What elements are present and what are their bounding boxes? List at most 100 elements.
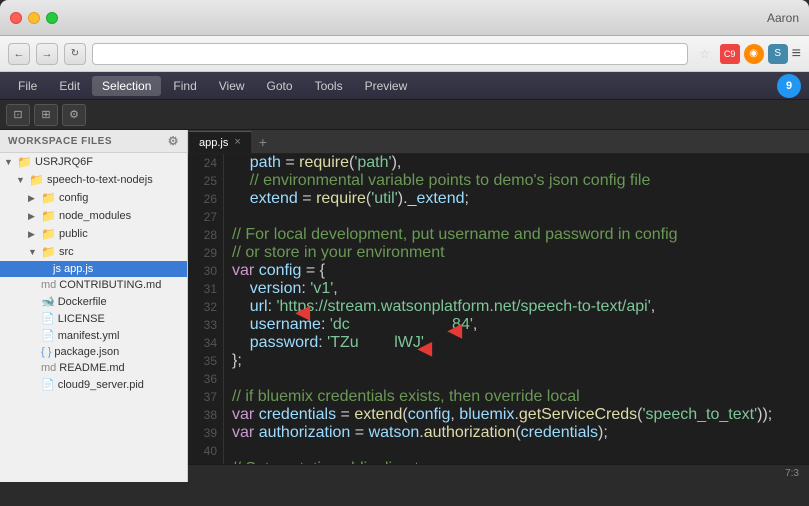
tree-item-root[interactable]: ▼ 📁 USRJRQ6F [0,153,187,171]
menu-find[interactable]: Find [163,76,206,96]
title-bar: Aaron [0,0,809,36]
file-icon: md [41,279,56,291]
line-numbers: 24252627 28293031 32333435 36373839 4041… [188,154,224,464]
tab-add-button[interactable]: + [252,131,274,153]
file-icon: md [41,362,56,374]
code-line-32: url: 'https://stream.watsonplatform.net/… [232,298,801,316]
code-line-34: password: 'TZu lWJ' [232,334,801,352]
tree-item-dockerfile[interactable]: 🐋 Dockerfile [0,293,187,310]
tree-arrow: ▶ [28,211,38,222]
toolbar-btn-2[interactable]: ⊞ [34,104,58,126]
sidebar-title: WORKSPACE FILES [8,136,112,147]
code-line-27 [232,208,801,226]
tree-item-package[interactable]: { } package.json [0,344,187,360]
tree-item-label: public [59,228,88,240]
forward-button[interactable]: → [36,43,58,65]
tree-item-src[interactable]: ▼ 📁 src [0,243,187,261]
tree-item-label: speech-to-text-nodejs [47,174,153,186]
editor-body[interactable]: 24252627 28293031 32333435 36373839 4041… [188,154,809,464]
tree-item-label: README.md [59,362,124,374]
tree-arrow: ▼ [16,175,26,185]
folder-icon: 📁 [29,173,44,187]
menu-preview[interactable]: Preview [355,76,418,96]
tab-appjs[interactable]: app.js × [188,131,252,153]
file-icon: 🐋 [41,295,55,308]
tree-arrow: ▶ [28,229,38,240]
tab-close-button[interactable]: × [234,137,240,148]
folder-icon: 📁 [41,191,56,205]
menu-goto[interactable]: Goto [257,76,303,96]
code-line-29: // or store in your environment [232,244,801,262]
tree-item-public[interactable]: ▶ 📁 public [0,225,187,243]
editor-wrapper: app.js × + 24252627 28293031 32333435 36… [188,130,809,482]
code-line-28: // For local development, put username a… [232,226,801,244]
tree-item-label: LICENSE [58,313,105,325]
browser-icons: ☆ C9 ◉ S ≡ [694,43,801,65]
folder-icon: 📁 [41,209,56,223]
extension-icon-3[interactable]: S [768,44,788,64]
tab-bar: app.js × + [188,130,809,154]
file-icon: { } [41,346,51,358]
tree-item-label: USRJRQ6F [35,156,93,168]
tree-item-label: cloud9_server.pid [58,379,144,391]
tree-item-label: app.js [64,263,93,275]
folder-icon: 📁 [17,155,32,169]
tree-item-appjs[interactable]: js app.js [0,261,187,277]
sidebar: WORKSPACE FILES ⚙ ▼ 📁 USRJRQ6F ▼ 📁 speec… [0,130,188,482]
minimize-button[interactable] [28,12,40,24]
browser-menu-button[interactable]: ≡ [792,45,801,63]
main-layout: WORKSPACE FILES ⚙ ▼ 📁 USRJRQ6F ▼ 📁 speec… [0,130,809,482]
tree-item-project[interactable]: ▼ 📁 speech-to-text-nodejs [0,171,187,189]
back-button[interactable]: ← [8,43,30,65]
folder-icon: 📁 [41,245,56,259]
maximize-button[interactable] [46,12,58,24]
toolbar-btn-3[interactable]: ⚙ [62,104,86,126]
code-line-39: var authorization = watson.authorization… [232,424,801,442]
tree-item-config[interactable]: ▶ 📁 config [0,189,187,207]
extension-icon-2[interactable]: ◉ [744,44,764,64]
address-bar[interactable] [92,43,688,65]
tree-item-label: node_modules [59,210,131,222]
tab-label: app.js [199,137,228,149]
tree-item-manifest[interactable]: 📄 manifest.yml [0,327,187,344]
code-line-35: }; [232,352,801,370]
menu-tools[interactable]: Tools [305,76,353,96]
tree-item-pid[interactable]: 📄 cloud9_server.pid [0,376,187,393]
tree-item-label: config [59,192,88,204]
sidebar-gear-icon[interactable]: ⚙ [168,134,179,148]
code-area[interactable]: path = require('path'), // environmental… [224,154,809,464]
file-icon: js [53,263,61,275]
close-button[interactable] [10,12,22,24]
menu-bar: File Edit Selection Find View Goto Tools… [0,72,809,100]
code-line-24: path = require('path'), [232,154,801,172]
sidebar-header: WORKSPACE FILES ⚙ [0,130,187,153]
menu-right: 9 [777,74,801,98]
menu-file[interactable]: File [8,76,47,96]
tree-item-readme[interactable]: md README.md [0,360,187,376]
code-line-26: extend = require('util')._extend; [232,190,801,208]
extension-icon-1[interactable]: C9 [720,44,740,64]
cloud9-badge: 9 [777,74,801,98]
code-line-40 [232,442,801,460]
browser-chrome: ← → ↻ ☆ C9 ◉ S ≡ [0,36,809,72]
tree-arrow: ▼ [28,247,38,257]
refresh-button[interactable]: ↻ [64,43,86,65]
tree-arrow: ▼ [4,157,14,167]
user-name: Aaron [767,11,809,25]
cursor-position: 7:3 [785,468,799,479]
code-line-25: // environmental variable points to demo… [232,172,801,190]
tree-item-contributing[interactable]: md CONTRIBUTING.md [0,277,187,293]
tree-item-license[interactable]: 📄 LICENSE [0,310,187,327]
menu-selection[interactable]: Selection [92,76,161,96]
tree-item-label: CONTRIBUTING.md [59,279,161,291]
bookmark-icon[interactable]: ☆ [694,43,716,65]
menu-edit[interactable]: Edit [49,76,90,96]
status-bar: 7:3 [188,464,809,482]
menu-view[interactable]: View [209,76,255,96]
code-line-36 [232,370,801,388]
code-line-38: var credentials = extend(config, bluemix… [232,406,801,424]
file-icon: 📄 [41,312,55,325]
tree-item-nodemodules[interactable]: ▶ 📁 node_modules [0,207,187,225]
code-line-30: var config = { [232,262,801,280]
toolbar-btn-1[interactable]: ⊡ [6,104,30,126]
